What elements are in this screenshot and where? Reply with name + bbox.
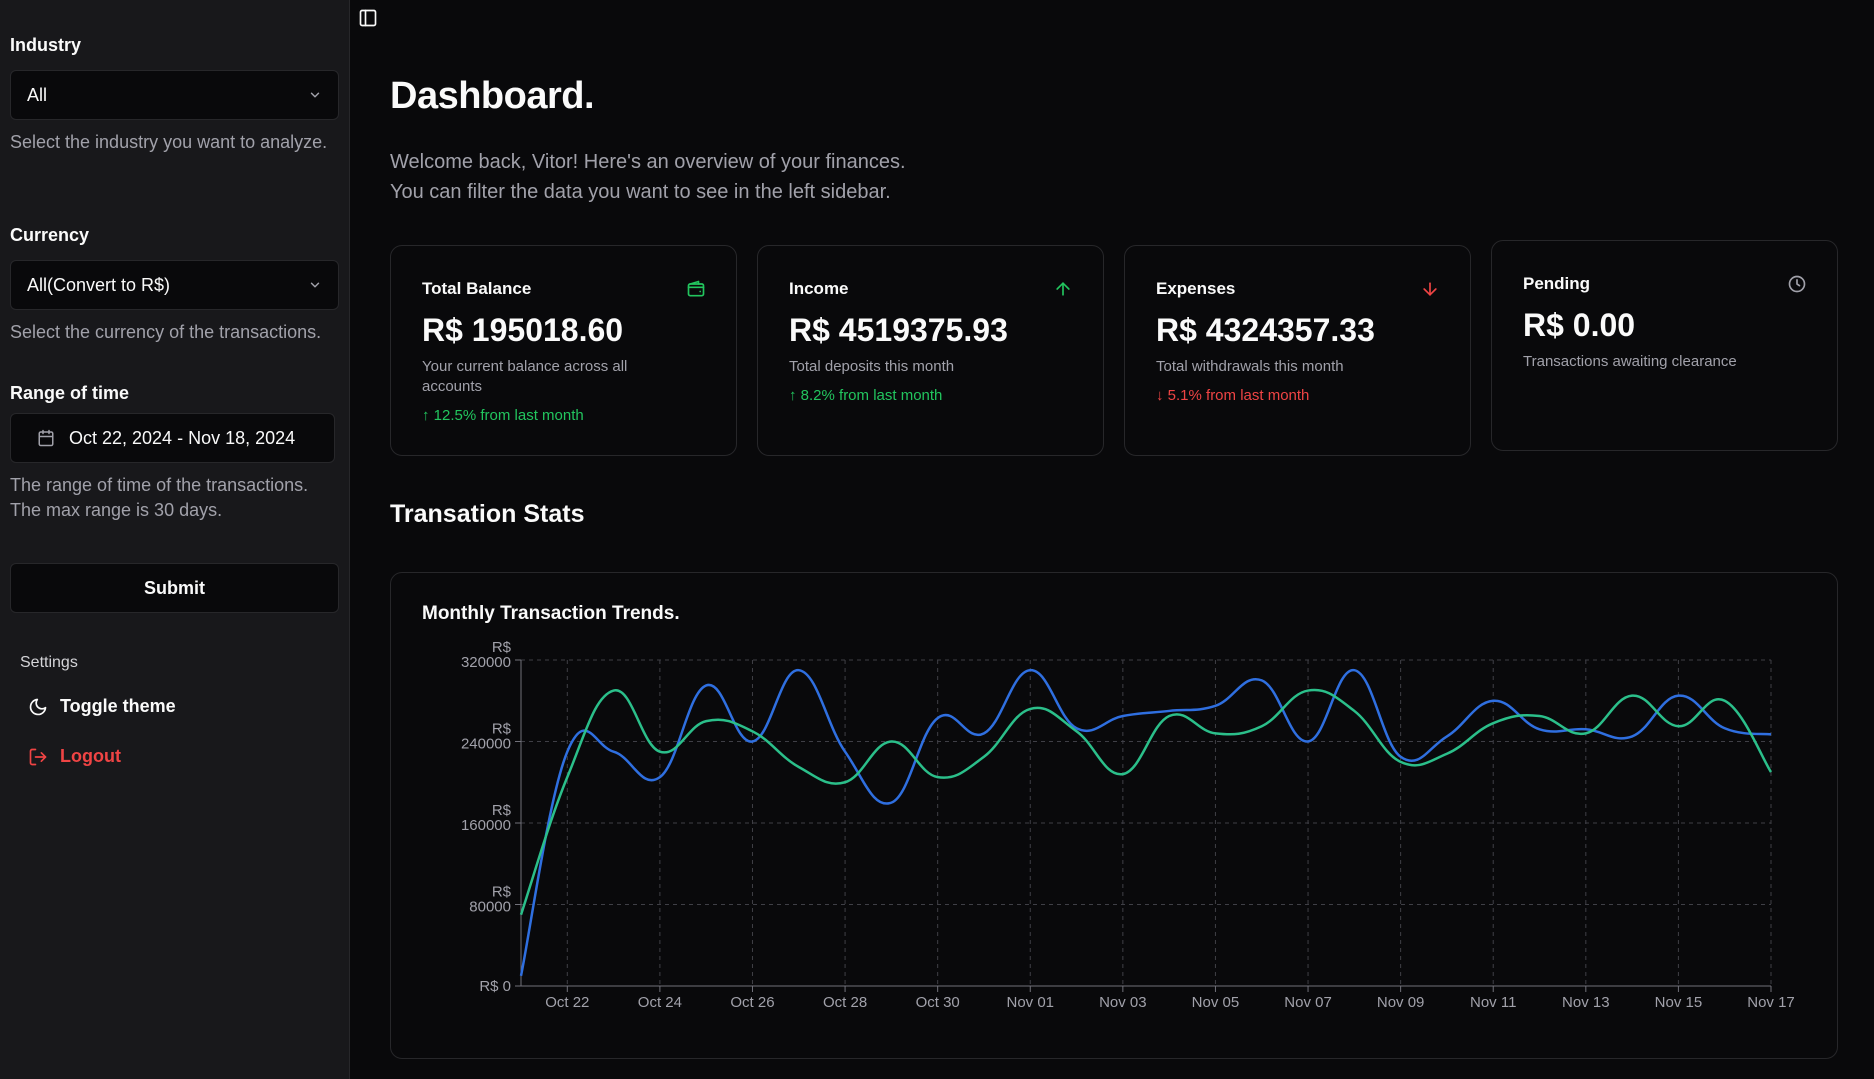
x-tick-label: Oct 24 bbox=[638, 994, 682, 1011]
card-description: Your current balance across all accounts bbox=[422, 358, 628, 395]
date-range-value: Oct 22, 2024 - Nov 18, 2024 bbox=[69, 427, 296, 448]
range-label: Range of time bbox=[10, 383, 130, 403]
industry-select-value: All bbox=[27, 84, 48, 105]
total-balance-card: Total Balance R$ 195018.60 Your current … bbox=[390, 245, 737, 456]
x-tick-label: Nov 01 bbox=[1006, 994, 1054, 1011]
card-value: R$ 4324357.33 bbox=[1156, 312, 1375, 348]
clock-icon bbox=[1788, 275, 1806, 293]
sidebar: Industry All Select the industry you wan… bbox=[0, 0, 350, 1079]
arrow-up-icon bbox=[1056, 282, 1070, 296]
welcome-text: Welcome back, Vitor! Here's an overview … bbox=[390, 147, 906, 207]
card-value: R$ 4519375.93 bbox=[789, 312, 1008, 348]
settings-title: Settings bbox=[20, 654, 78, 671]
toggle-theme-button[interactable]: Toggle theme bbox=[28, 696, 176, 717]
chevron-down-icon bbox=[310, 282, 320, 288]
card-value: R$ 0.00 bbox=[1523, 307, 1636, 343]
x-tick-label: Nov 09 bbox=[1377, 994, 1425, 1011]
section-title: Transation Stats bbox=[390, 500, 585, 528]
toggle-theme-label: Toggle theme bbox=[60, 696, 176, 716]
card-trend: ↓ 5.1% from last month bbox=[1156, 387, 1310, 404]
y-tick-label: R$ 80000 bbox=[469, 884, 511, 916]
pending-card: Pending R$ 0.00 Transactions awaiting cl… bbox=[1491, 240, 1838, 451]
card-title: Total Balance bbox=[422, 279, 532, 298]
y-tick-label: R$ 0 bbox=[479, 978, 511, 995]
x-tick-label: Nov 15 bbox=[1655, 994, 1703, 1011]
card-description: Total withdrawals this month bbox=[1156, 358, 1344, 375]
industry-select[interactable]: All bbox=[10, 70, 339, 120]
x-tick-label: Oct 28 bbox=[823, 994, 867, 1011]
y-tick-label: R$ 320000 bbox=[461, 639, 512, 671]
x-tick-label: Nov 17 bbox=[1747, 994, 1795, 1011]
card-description: Transactions awaiting clearance bbox=[1523, 353, 1737, 370]
currency-select-value: All(Convert to R$) bbox=[27, 274, 171, 295]
logout-label: Logout bbox=[60, 746, 121, 766]
card-title: Pending bbox=[1523, 274, 1591, 293]
currency-help: Select the currency of the transactions. bbox=[10, 322, 322, 342]
industry-help: Select the industry you want to analyze. bbox=[10, 132, 328, 152]
welcome-line-2: You can filter the data you want to see … bbox=[390, 181, 891, 203]
x-tick-label: Nov 11 bbox=[1470, 994, 1516, 1011]
submit-button[interactable]: Submit bbox=[10, 563, 339, 613]
page-title: Dashboard. bbox=[390, 75, 595, 117]
calendar-icon bbox=[38, 429, 54, 447]
line-chart: R$ 0 R$ 80000 R$ 160000 R$ 240000 R$ 320000 Oct 2… bbox=[461, 639, 1795, 1011]
card-trend: ↑ 12.5% from last month bbox=[422, 407, 584, 424]
x-tick-label: Oct 30 bbox=[916, 994, 960, 1011]
card-title: Expenses bbox=[1156, 279, 1236, 298]
chart-card: Monthly Transaction Trends. R$ 0 R$ 80000 R… bbox=[390, 572, 1838, 1059]
date-range-picker[interactable]: Oct 22, 2024 - Nov 18, 2024 bbox=[10, 413, 335, 463]
welcome-line-1: Welcome back, Vitor! Here's an overview … bbox=[390, 151, 906, 173]
range-help: The range of time of the transactions. T… bbox=[10, 475, 309, 520]
card-description: Total deposits this month bbox=[789, 358, 955, 375]
card-value: R$ 195018.60 bbox=[422, 312, 624, 348]
expenses-card: Expenses R$ 4324357.33 Total withdrawals… bbox=[1124, 245, 1471, 456]
sidebar-toggle-icon[interactable] bbox=[358, 8, 378, 28]
series-line-2 bbox=[519, 688, 1773, 916]
card-title: Income bbox=[789, 279, 849, 298]
currency-label: Currency bbox=[10, 225, 90, 245]
y-tick-label: R$ 240000 bbox=[461, 721, 512, 753]
x-tick-label: Nov 07 bbox=[1284, 994, 1332, 1011]
y-tick-label: R$ 160000 bbox=[461, 802, 512, 834]
x-tick-label: Nov 13 bbox=[1562, 994, 1610, 1011]
industry-label: Industry bbox=[10, 35, 82, 55]
x-tick-label: Nov 03 bbox=[1099, 994, 1147, 1011]
x-tick-label: Nov 05 bbox=[1192, 994, 1240, 1011]
wallet-icon bbox=[687, 280, 705, 297]
currency-select[interactable]: All(Convert to R$) bbox=[10, 260, 339, 310]
x-tick-label: Oct 22 bbox=[545, 994, 589, 1011]
logout-icon bbox=[29, 748, 47, 765]
card-trend: ↑ 8.2% from last month bbox=[789, 387, 943, 404]
arrow-down-icon bbox=[1423, 282, 1437, 296]
logout-button[interactable]: Logout bbox=[28, 746, 121, 767]
chevron-down-icon bbox=[310, 92, 320, 98]
x-tick-label: Oct 26 bbox=[730, 994, 774, 1011]
moon-icon bbox=[29, 698, 47, 715]
income-card: Income R$ 4519375.93 Total deposits this… bbox=[757, 245, 1104, 456]
